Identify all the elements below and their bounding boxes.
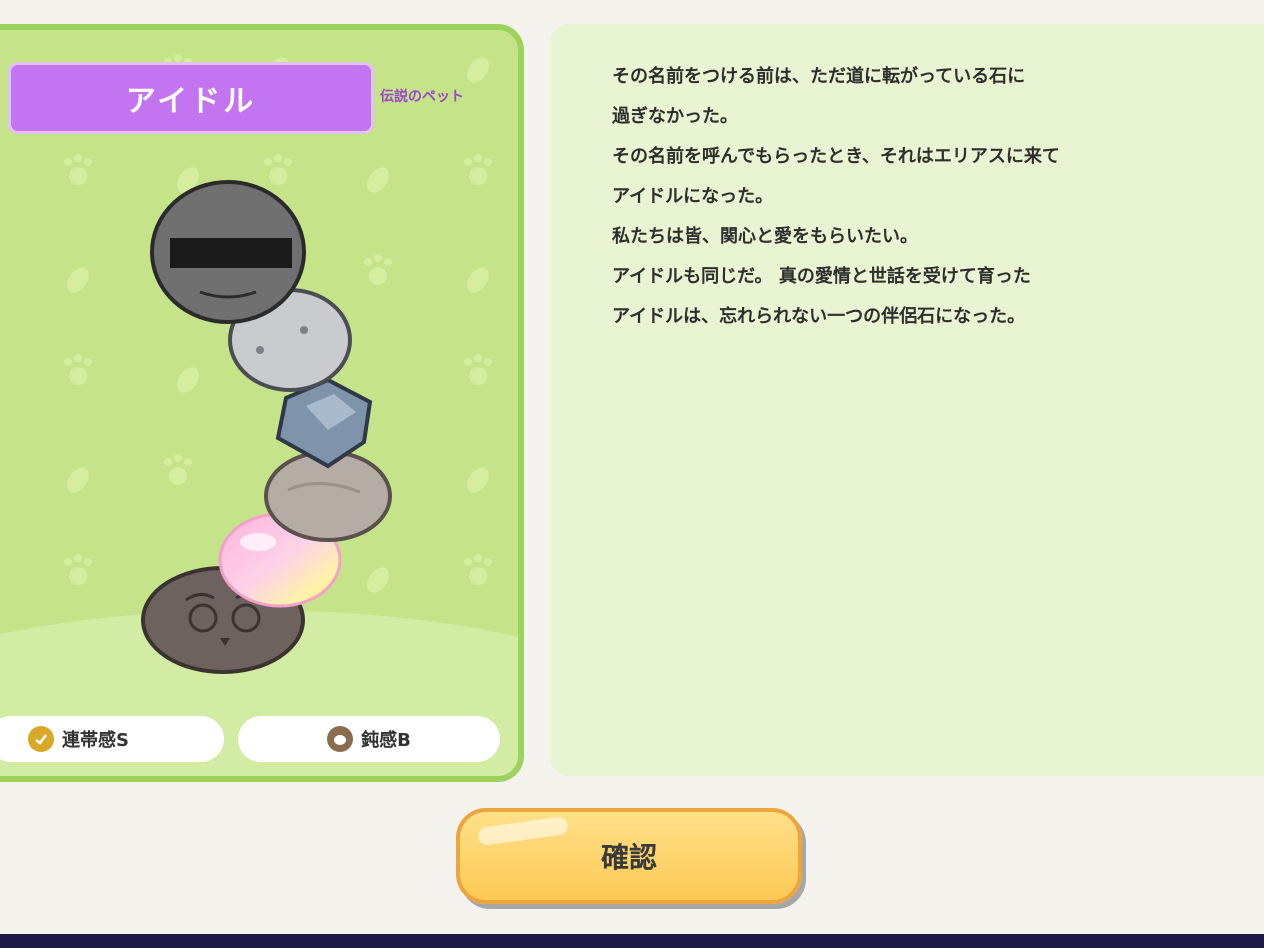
head-stone-top	[150, 180, 306, 324]
confirm-button[interactable]: 確認	[456, 808, 802, 904]
trait-badge-dull: 鈍感B	[238, 716, 500, 762]
pet-name-banner: アイドル	[8, 62, 374, 134]
description-panel: その名前をつける前は、ただ道に転がっている石に 過ぎなかった。 その名前を呼んで…	[550, 24, 1264, 776]
description-line: 過ぎなかった。	[612, 106, 738, 127]
description-line: アイドルになった。	[612, 186, 774, 207]
pet-card: アイドル 伝説のペット 連帯感S 鈍感B	[0, 24, 524, 782]
trait-label: 鈍感B	[361, 730, 411, 751]
pet-stone-stack-image	[141, 180, 392, 674]
rarity-label: 伝説のペット	[380, 89, 464, 105]
description-line: その名前をつける前は、ただ道に転がっている石に	[612, 66, 1026, 87]
trait-badge-bond: 連帯感S	[0, 716, 224, 762]
description-line: アイドルも同じだ。 真の愛情と世話を受けて育った	[612, 266, 1031, 287]
link-badge-icon	[28, 726, 54, 752]
description-line: 私たちは皆、関心と愛をもらいたい。	[612, 226, 918, 247]
confirm-button-label: 確認	[600, 841, 657, 874]
trait-label: 連帯感S	[62, 730, 129, 751]
stone-badge-icon	[327, 726, 354, 752]
description-line: アイドルは、忘れられない一つの伴侶石になった。	[612, 306, 1026, 327]
description-text: その名前をつける前は、ただ道に転がっている石に 過ぎなかった。 その名前を呼んで…	[612, 62, 1060, 342]
crystal-stone	[275, 377, 373, 469]
bottom-bar	[0, 934, 1264, 948]
description-line: その名前を呼んでもらったとき、それはエリアスに来て	[612, 146, 1060, 167]
